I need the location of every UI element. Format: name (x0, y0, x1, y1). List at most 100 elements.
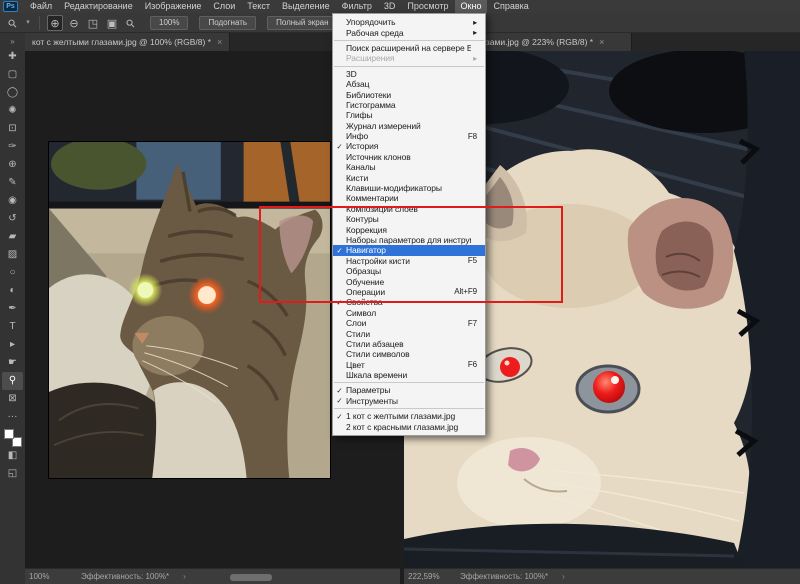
collapse-panel-icon[interactable]: » (2, 37, 23, 48)
menubar-item-entry[interactable]: Фильтр (336, 0, 378, 13)
window-menu-item[interactable]: Каналы (333, 162, 485, 172)
type-tool[interactable]: T (2, 318, 23, 336)
window-menu-item[interactable]: Журнал измерений (333, 121, 485, 131)
screen-mode[interactable]: ◱ (2, 465, 23, 483)
marquee-tool[interactable]: ▢ (2, 66, 23, 84)
brush-tool[interactable]: ✎ (2, 174, 23, 192)
foreground-color-swatch[interactable] (4, 429, 14, 439)
options-icons: ⚲▾⊕⊖◳▣⚲ (5, 15, 139, 31)
menu-item-label: Инструменты (346, 396, 471, 406)
menu-item-label: Кисти (346, 173, 471, 183)
menubar-item-entry[interactable]: Справка (487, 0, 534, 13)
window-menu-item[interactable]: ✓1 кот с желтыми глазами.jpg (333, 411, 485, 421)
status-popup-arrow-icon[interactable]: › (562, 572, 565, 581)
scrubby-zoom-icon[interactable]: ⚲ (123, 15, 139, 31)
zoom-out-icon[interactable]: ⊖ (66, 15, 82, 31)
zoom-level[interactable]: 222,59% (408, 572, 442, 581)
window-menu-item[interactable]: Символ (333, 308, 485, 318)
menubar-item-entry[interactable]: Файл (24, 0, 58, 13)
crop-tool[interactable]: ⊡ (2, 120, 23, 138)
menubar-item-entry[interactable]: Просмотр (401, 0, 454, 13)
resize-windows-icon[interactable]: ◳ (85, 15, 101, 31)
window-menu-item[interactable]: Клавиши-модификаторы (333, 183, 485, 193)
efficiency-indicator[interactable]: Эффективность: 100%* (460, 572, 548, 581)
menubar-item-entry[interactable]: Выделение (276, 0, 336, 13)
pen-tool[interactable]: ✒ (2, 300, 23, 318)
color-swatches[interactable] (4, 429, 22, 447)
horizontal-scrollbar[interactable] (230, 574, 272, 581)
menubar-item-entry[interactable]: Изображение (139, 0, 208, 13)
close-icon[interactable]: × (217, 37, 222, 47)
window-menu-item[interactable]: Глифы (333, 110, 485, 120)
submenu-arrow-icon: ▸ (467, 28, 485, 37)
zoom-in-icon[interactable]: ⊕ (47, 15, 63, 31)
window-menu-item[interactable]: Рабочая среда▸ (333, 27, 485, 37)
zoom-tool[interactable]: ⚲ (2, 372, 23, 390)
submenu-arrow-icon: ▸ (467, 18, 485, 27)
menu-item-label: 3D (346, 69, 471, 79)
blur-tool[interactable]: ○ (2, 264, 23, 282)
window-menu-item[interactable]: ✓Инструменты (333, 396, 485, 406)
path-selection-tool[interactable]: ▸ (2, 336, 23, 354)
tab-yellow-eyes-cat[interactable]: кот с желтыми глазами.jpg @ 100% (RGB/8)… (25, 33, 230, 51)
quick-mask-mode[interactable]: ◧ (2, 447, 23, 465)
frame-tool[interactable]: ⊠ (2, 390, 23, 408)
window-menu-item[interactable]: Кисти (333, 172, 485, 182)
tabby-cat-image (49, 142, 330, 478)
history-brush-tool[interactable]: ↺ (2, 210, 23, 228)
eraser-tool[interactable]: ▰ (2, 228, 23, 246)
window-menu-item[interactable]: СлоиF7 (333, 318, 485, 328)
more-tools[interactable]: ··· (2, 408, 23, 426)
zoom-level[interactable]: 100% (29, 572, 63, 581)
window-menu-item[interactable]: ЦветF6 (333, 360, 485, 370)
menubar-item-entry[interactable]: Текст (241, 0, 276, 13)
zoom-100-button[interactable]: 100% (150, 16, 188, 30)
status-popup-arrow-icon[interactable]: › (183, 572, 186, 581)
menubar-item-entry[interactable]: Редактирование (58, 0, 139, 13)
dodge-tool[interactable]: ◐ (2, 282, 23, 300)
close-icon[interactable]: × (599, 37, 604, 47)
fullscreen-button[interactable]: Полный экран (267, 16, 337, 30)
menu-item-label: Комментарии (346, 193, 471, 203)
menubar-item-entry[interactable]: Слои (207, 0, 241, 13)
statusbar-right: 222,59% Эффективность: 100%* › (404, 568, 800, 584)
window-menu-item[interactable]: Библиотеки (333, 89, 485, 99)
window-menu-item[interactable]: ✓Параметры (333, 385, 485, 395)
hand-tool[interactable]: ☛ (2, 354, 23, 372)
window-menu-item[interactable]: Упорядочить▸ (333, 17, 485, 27)
window-menu-item[interactable]: Гистограмма (333, 100, 485, 110)
menubar-item-window-active[interactable]: Окно (455, 0, 488, 13)
clone-stamp-tool[interactable]: ◉ (2, 192, 23, 210)
window-menu-item[interactable]: 2 кот с красными глазами.jpg (333, 421, 485, 431)
efficiency-indicator[interactable]: Эффективность: 100%* (81, 572, 169, 581)
menu-item-label: Глифы (346, 110, 471, 120)
move-tool[interactable]: ✚ (2, 48, 23, 66)
window-menu-item[interactable]: ИнфоF8 (333, 131, 485, 141)
annotation-rectangle (259, 206, 563, 303)
window-menu-item[interactable]: Шкала времени (333, 370, 485, 380)
fit-screen-button[interactable]: Подогнать (199, 16, 256, 30)
window-menu-item[interactable]: Стили символов (333, 349, 485, 359)
menu-item-label: Шкала времени (346, 370, 471, 380)
gradient-tool[interactable]: ▨ (2, 246, 23, 264)
dropdown-caret-icon[interactable]: ▾ (24, 15, 32, 31)
window-menu-item[interactable]: 3D (333, 69, 485, 79)
window-menu-item[interactable]: Стили (333, 328, 485, 338)
zoom-all-windows-icon[interactable]: ▣ (104, 15, 120, 31)
lasso-tool[interactable]: ◯ (2, 84, 23, 102)
menubar-item-entry[interactable]: 3D (378, 0, 402, 13)
checkmark-icon: ✓ (333, 386, 346, 395)
statusbar-left: 100% Эффективность: 100%* › (25, 568, 400, 584)
healing-brush-tool[interactable]: ⊕ (2, 156, 23, 174)
window-menu-item[interactable]: Источник клонов (333, 152, 485, 162)
window-menu-item[interactable]: ✓История (333, 141, 485, 151)
eyedropper-tool[interactable]: ✑ (2, 138, 23, 156)
window-menu-item[interactable]: Поиск расширений на сервере Exchange... (333, 43, 485, 53)
window-menu-item[interactable]: Комментарии (333, 193, 485, 203)
window-menu-item[interactable]: Абзац (333, 79, 485, 89)
photoshop-logo: Ps (3, 1, 18, 12)
zoom-tool-icon[interactable]: ⚲ (5, 15, 21, 31)
window-menu-item[interactable]: Стили абзацев (333, 339, 485, 349)
menu-shortcut: F7 (462, 319, 485, 328)
quick-selection-tool[interactable]: ✺ (2, 102, 23, 120)
